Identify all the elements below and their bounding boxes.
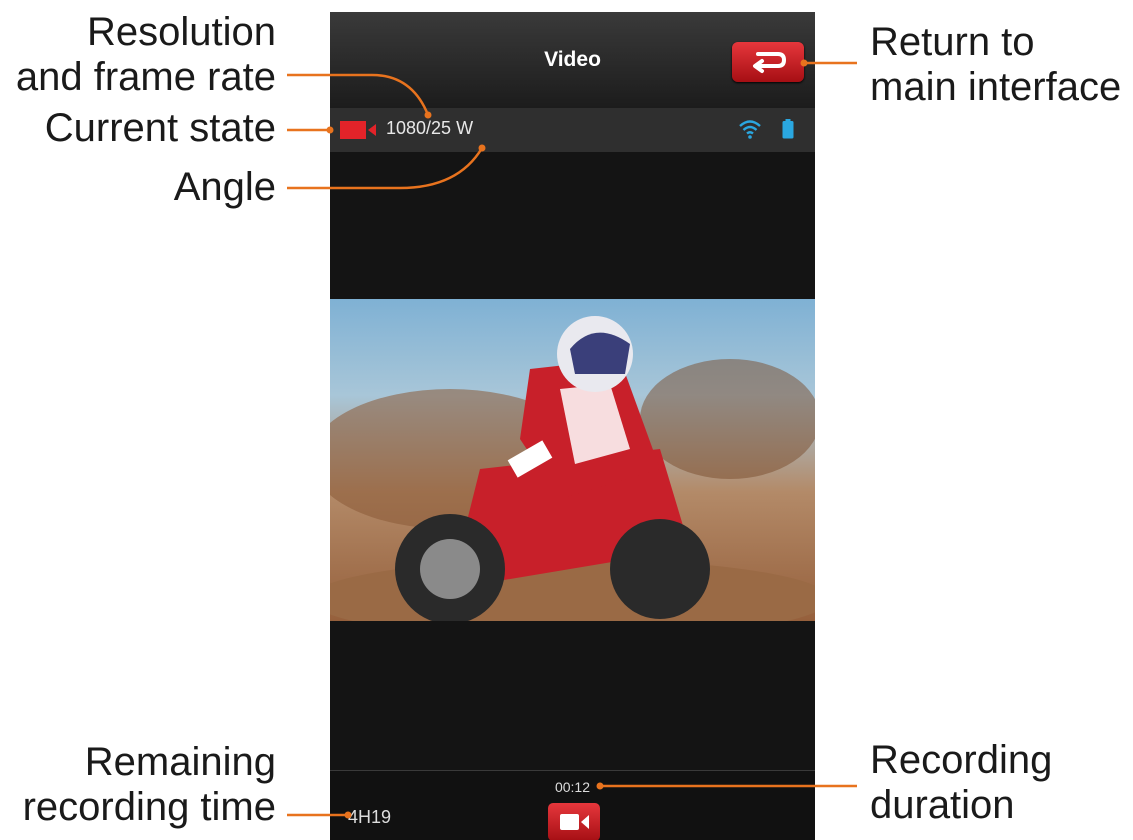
callout-current-state: Current state: [44, 106, 276, 150]
battery-icon: [782, 119, 794, 139]
callout-angle: Angle: [173, 165, 276, 209]
callout-duration-line1: Recording: [870, 738, 1053, 782]
callout-remaining-line1: Remaining: [84, 740, 276, 784]
top-bar: Video: [330, 12, 815, 108]
callout-return: Return to main interface: [870, 20, 1121, 110]
callout-remaining: Remaining recording time: [0, 740, 276, 830]
phone-screen: Video 1080/25 W 00:12 4H19: [330, 12, 815, 840]
callout-return-line1: Return to: [870, 20, 1035, 64]
callout-resolution-line2: and frame rate: [15, 55, 276, 99]
bottom-bar: 00:12 4H19: [330, 770, 815, 840]
resolution-angle-text: 1080/25 W: [386, 118, 474, 138]
video-camera-icon: [340, 121, 376, 139]
return-arrow-icon: [753, 52, 787, 73]
callout-duration-line2: duration: [870, 783, 1015, 827]
callout-remaining-line2: recording time: [22, 785, 276, 829]
video-camera-icon: [560, 814, 589, 830]
return-button[interactable]: [732, 42, 804, 82]
callout-resolution: Resolution and frame rate: [0, 10, 276, 100]
recording-duration: 00:12: [554, 779, 591, 795]
motocross-rider-image: [330, 316, 815, 621]
record-button[interactable]: [548, 803, 600, 840]
remaining-time: 4H19: [348, 807, 392, 827]
callout-resolution-line1: Resolution: [86, 10, 276, 54]
video-preview: [330, 299, 815, 621]
callout-return-line2: main interface: [870, 65, 1122, 109]
callout-duration: Recording duration: [870, 738, 1052, 828]
wifi-icon: [739, 120, 761, 139]
status-bar: 1080/25 W: [330, 108, 815, 152]
